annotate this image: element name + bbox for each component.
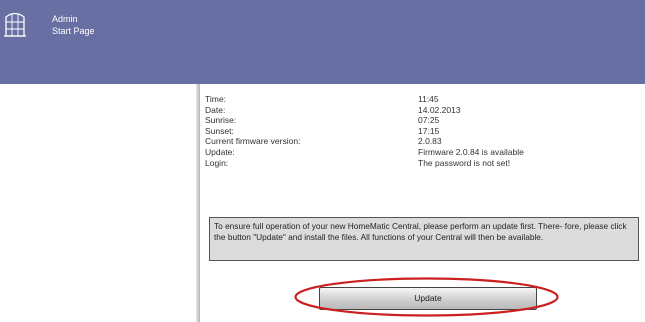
info-label: Current firmware version: — [205, 136, 301, 147]
info-value: 11:45 — [418, 94, 439, 104]
info-row-update: Update: Firmware 2.0.84 is available — [205, 147, 635, 158]
status-info-list: Time: 11:45 Date: 14.02.2013 Sunrise: 07… — [205, 94, 635, 168]
info-label: Time: — [205, 94, 226, 104]
info-row-firmware-version: Current firmware version: 2.0.83 — [205, 136, 635, 147]
info-value: 14.02.2013 — [418, 104, 461, 115]
info-value: 07:25 — [418, 115, 440, 126]
info-value: 17:15 — [418, 125, 440, 136]
header-section-label: Admin — [52, 14, 78, 24]
header-title: Admin Start Page — [52, 13, 95, 37]
update-button[interactable]: Update — [319, 287, 537, 310]
homematic-logo-icon — [4, 12, 26, 37]
info-label: Sunset: — [205, 125, 234, 136]
info-label: Sunrise: — [205, 115, 237, 126]
info-value: Firmware 2.0.84 is available — [418, 146, 524, 157]
header-page-label: Start Page — [52, 26, 95, 36]
info-row-sunset: Sunset: 17:15 — [205, 126, 635, 137]
info-row-login: Login: The password is not set! — [205, 158, 635, 169]
info-value: The password is not set! — [418, 157, 511, 168]
sidebar — [0, 84, 196, 322]
update-notice-box: To ensure full operation of your new Hom… — [209, 217, 639, 261]
info-row-time: Time: 11:45 — [205, 94, 635, 105]
info-row-date: Date: 14.02.2013 — [205, 105, 635, 116]
sidebar-divider[interactable] — [196, 84, 200, 322]
info-label: Update: — [205, 146, 235, 157]
info-label: Date: — [205, 104, 226, 115]
info-label: Login: — [205, 157, 229, 168]
header-bar: Admin Start Page — [0, 0, 645, 84]
info-row-sunrise: Sunrise: 07:25 — [205, 115, 635, 126]
info-value: 2.0.83 — [418, 136, 442, 147]
